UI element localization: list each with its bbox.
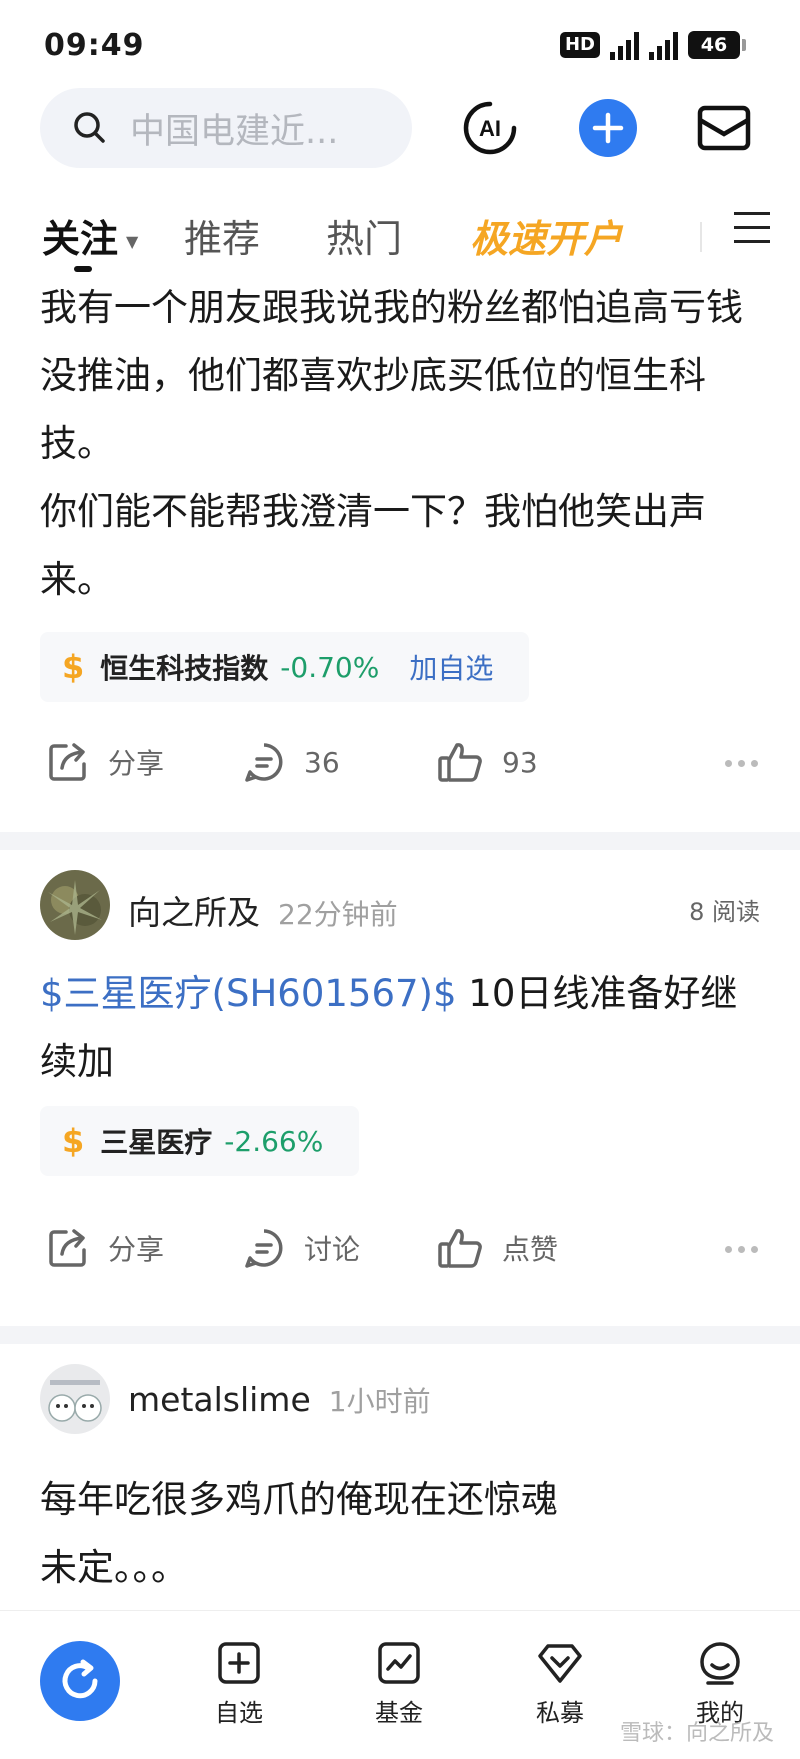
tab-divider (700, 222, 702, 252)
refresh-icon (62, 1659, 98, 1699)
stock-name: 三星医疗 (100, 1126, 213, 1159)
comment-icon (245, 1229, 283, 1268)
like-button[interactable]: 93 (436, 740, 538, 784)
fund-icon (378, 1642, 420, 1684)
battery-icon: 46 (688, 31, 746, 59)
comment-button[interactable]: 讨论 (242, 1226, 360, 1270)
author-name[interactable]: metalslime (128, 1380, 311, 1419)
comment-button[interactable]: 36 (242, 740, 340, 784)
like-button[interactable]: 点赞 (436, 1226, 558, 1270)
share-button[interactable]: 分享 (46, 740, 164, 784)
post-body: 我有一个朋友跟我说我的粉丝都怕追高亏钱没推油，他们都喜欢抄底买低位的恒生科技。 … (40, 286, 743, 601)
comment-count: 36 (304, 745, 340, 779)
thumbs-up-icon (438, 1229, 482, 1268)
stock-chip[interactable]: $ 恒生科技指数 -0.70% 加自选 (40, 632, 530, 702)
more-icon[interactable] (719, 760, 758, 767)
thumbs-up-icon (438, 743, 482, 782)
profile-icon (700, 1642, 740, 1685)
svg-text:AI: AI (479, 116, 501, 141)
post-time: 22分钟前 (278, 898, 398, 931)
battery-level: 46 (700, 34, 728, 56)
mail-icon (697, 105, 751, 151)
tab-follow-label: 关注 (42, 217, 119, 261)
section-divider (0, 1326, 800, 1344)
status-icons: HD 46 (559, 30, 746, 60)
post-author-row: metalslime 1小时前 (0, 1344, 800, 1454)
post-actions: 分享 讨论 点赞 (0, 1176, 800, 1326)
tab-fast-account[interactable]: 极速开户 (470, 208, 622, 263)
search-icon (74, 112, 105, 143)
share-label: 分享 (108, 747, 165, 780)
dollar-icon: $ (62, 648, 85, 686)
read-count: 8 阅读 (689, 898, 760, 926)
author-name[interactable]: 向之所及 (128, 893, 260, 932)
menu-icon[interactable] (734, 212, 770, 248)
avatar[interactable] (40, 1364, 110, 1434)
tab-follow[interactable]: 关注 ▼ (42, 208, 138, 263)
stock-link[interactable]: $三星医疗(SH601567)$ (40, 972, 457, 1015)
like-label: 点赞 (502, 1233, 559, 1266)
dollar-icon: $ (62, 1122, 85, 1160)
add-watchlist-button[interactable]: 加自选 (409, 647, 493, 687)
ai-button[interactable]: AI (460, 98, 520, 158)
ai-icon: AI (463, 101, 517, 155)
tab-indicator (74, 266, 92, 272)
caret-down-icon: ▼ (126, 232, 139, 251)
comment-label: 讨论 (304, 1233, 361, 1266)
search-placeholder: 中国电建近... (130, 111, 339, 152)
watermark: 雪球：向之所及 (619, 1721, 774, 1746)
stock-name: 恒生科技指数 (100, 652, 269, 685)
share-icon (49, 1229, 86, 1267)
nav-private-fund[interactable]: 私募 (515, 1641, 605, 1728)
author-line: 向之所及 22分钟前 (128, 886, 398, 934)
watchlist-icon (218, 1642, 260, 1684)
more-icon[interactable] (719, 1246, 758, 1253)
post-body: 每年吃很多鸡爪的俺现在还惊魂未定。。。 (40, 1478, 558, 1589)
bottom-nav: 自选 基金 私募 我的 雪球：向之所及 (0, 1610, 800, 1759)
top-bar: 中国电建近... AI (0, 88, 800, 178)
tab-hot[interactable]: 热门 (326, 208, 402, 263)
search-bar[interactable]: 中国电建近... (40, 88, 412, 168)
messages-button[interactable] (694, 98, 754, 158)
post-body: $三星医疗(SH601567)$ 10日线准备好继续加 (0, 960, 800, 1096)
stock-change: -0.70% (280, 650, 380, 684)
post-card: metalslime 1小时前 每年吃很多鸡爪的俺现在还惊魂未定。。。 (0, 1344, 800, 1602)
nav-fund[interactable]: 基金 (354, 1641, 444, 1728)
feed-tabs: 关注 ▼ 推荐 热门 极速开户 (0, 200, 800, 272)
share-button[interactable]: 分享 (46, 1226, 164, 1270)
nav-private-label: 私募 (536, 1699, 584, 1727)
status-bar: 09:49 HD 46 (0, 0, 800, 92)
author-line: metalslime 1小时前 (128, 1380, 431, 1420)
diamond-icon (538, 1644, 582, 1683)
nav-watchlist-label: 自选 (215, 1699, 263, 1727)
hd-icon: HD (559, 32, 600, 58)
status-time: 09:49 (44, 28, 145, 63)
nav-watchlist[interactable]: 自选 (194, 1641, 284, 1728)
share-icon (49, 743, 86, 781)
post-card: 向之所及 22分钟前 8 阅读 $三星医疗(SH601567)$ 10日线准备好继… (0, 850, 800, 1326)
post-author-row: 向之所及 22分钟前 8 阅读 (0, 850, 800, 960)
section-divider (0, 832, 800, 850)
share-label: 分享 (108, 1233, 165, 1266)
new-post-button[interactable] (578, 98, 638, 158)
post-actions: 分享 36 93 (0, 702, 800, 832)
stock-chip[interactable]: $ 三星医疗 -2.66% (40, 1106, 360, 1176)
like-count: 93 (502, 745, 538, 779)
feed: 我有一个朋友跟我说我的粉丝都怕追高亏钱没推油，他们都喜欢抄底买低位的恒生科技。 … (0, 274, 800, 1602)
plus-icon (579, 99, 637, 157)
avatar[interactable] (40, 870, 110, 940)
signal-icon (610, 30, 639, 60)
post-time: 1小时前 (328, 1385, 431, 1418)
refresh-button[interactable] (40, 1641, 120, 1721)
stock-change: -2.66% (224, 1124, 324, 1158)
signal-icon-2 (649, 30, 678, 60)
tab-recommend[interactable]: 推荐 (184, 208, 260, 263)
nav-fund-label: 基金 (375, 1699, 423, 1727)
post-card: 我有一个朋友跟我说我的粉丝都怕追高亏钱没推油，他们都喜欢抄底买低位的恒生科技。 … (0, 274, 800, 832)
comment-icon (245, 743, 283, 782)
